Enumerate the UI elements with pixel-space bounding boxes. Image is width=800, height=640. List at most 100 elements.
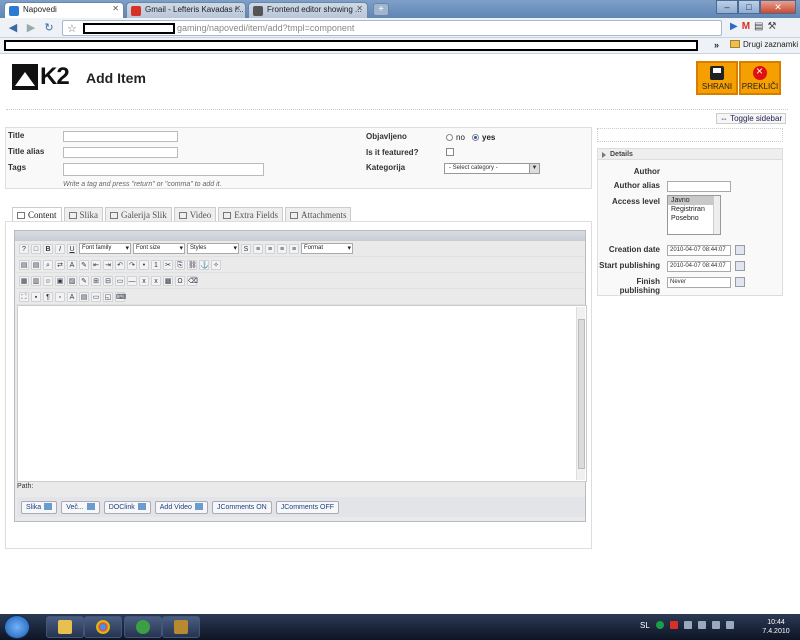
tab-extra-fields[interactable]: Extra Fields (218, 207, 283, 221)
scrollbar-thumb[interactable] (578, 319, 585, 469)
calendar-icon[interactable] (735, 245, 745, 255)
network-icon[interactable] (711, 621, 720, 629)
delete-row-icon[interactable]: ⊟ (103, 275, 113, 286)
font-family-select[interactable]: Font family (79, 243, 131, 254)
anchor-icon[interactable]: ⚓ (199, 259, 209, 270)
close-tab-icon[interactable]: ✕ (356, 4, 363, 13)
save-button[interactable]: SHRANI (696, 61, 738, 95)
back-arrow-icon[interactable]: ◀ (6, 21, 20, 35)
taskbar-chrome-button[interactable] (84, 616, 122, 638)
new-tab-button[interactable]: + (373, 3, 389, 16)
visual-aid-icon[interactable]: ▩ (163, 275, 173, 286)
category-select[interactable]: - Select category - ▼ (444, 163, 540, 174)
flag-icon[interactable] (697, 621, 706, 629)
cancel-button[interactable]: PREKLIČI (739, 61, 781, 95)
gmail-extension-icon[interactable]: M (742, 21, 750, 32)
finish-publishing-input[interactable]: Never (667, 277, 731, 288)
author-alias-input[interactable] (667, 181, 731, 192)
browser-tab-napovedi[interactable]: Napovedi ✕ (4, 2, 124, 18)
listbox-scrollbar[interactable] (713, 196, 720, 234)
bullet-list-icon[interactable]: • (139, 259, 149, 270)
toggle-sidebar-link[interactable]: ⇔ Toggle sidebar (716, 113, 787, 124)
fullscreen-icon[interactable]: ⛶ (19, 291, 29, 302)
language-indicator[interactable]: SL (640, 621, 650, 630)
tab-attachments[interactable]: Attachments (284, 207, 352, 221)
go-arrow-icon[interactable]: ▶ (730, 21, 738, 32)
tab-video[interactable]: Video (173, 207, 217, 221)
taskbar-clock[interactable]: 10:44 7.4.2010 (756, 618, 796, 636)
align-left-icon[interactable]: ≡ (253, 243, 263, 254)
underline-button[interactable]: U (67, 243, 77, 254)
merge-cells-icon[interactable]: ▭ (115, 275, 125, 286)
bold-button[interactable]: B (43, 243, 53, 254)
tab-slika[interactable]: Slika (63, 207, 104, 221)
undo-icon[interactable]: ↶ (115, 259, 125, 270)
published-no-option[interactable]: no (446, 133, 465, 142)
replace-icon[interactable]: ⇄ (55, 259, 65, 270)
cleanup-icon[interactable]: ✧ (211, 259, 221, 270)
editor-text-area[interactable] (17, 305, 587, 482)
find-icon[interactable]: ⌕ (43, 259, 53, 270)
outdent-icon[interactable]: ⇤ (91, 259, 101, 270)
subscript-icon[interactable]: x (139, 275, 149, 286)
special-char-icon[interactable]: Ω (175, 275, 185, 286)
tray-app-icon[interactable] (655, 621, 664, 629)
other-bookmarks-folder[interactable]: Drugi zaznamki (730, 40, 798, 49)
copy-icon[interactable]: ⎘ (175, 259, 185, 270)
pdf-icon[interactable]: ▪ (31, 291, 41, 302)
align-center-icon[interactable]: ≡ (265, 243, 275, 254)
template-icon[interactable]: ▤ (79, 291, 89, 302)
editor-scrollbar[interactable] (576, 307, 585, 480)
redo-icon[interactable]: ↷ (127, 259, 137, 270)
table-icon[interactable]: ▦ (19, 275, 29, 286)
radio-yes[interactable] (472, 134, 479, 141)
styles-select[interactable]: Styles (187, 243, 239, 254)
image-insert-icon[interactable]: ▨ (67, 275, 77, 286)
text-color-icon[interactable]: A (67, 259, 77, 270)
calendar-icon[interactable] (735, 277, 745, 287)
abbr-icon[interactable]: A (67, 291, 77, 302)
calendar-icon[interactable] (735, 261, 745, 271)
insert-row-icon[interactable]: ⊞ (91, 275, 101, 286)
link-icon[interactable]: ⛓ (187, 259, 197, 270)
highlight-icon[interactable]: ✎ (79, 259, 89, 270)
bookmark-star-icon[interactable]: ☆ (67, 22, 77, 35)
align-right-icon[interactable]: ≡ (277, 243, 287, 254)
address-bar[interactable]: ☆ gaming/napovedi/item/add?tmpl=componen… (62, 20, 722, 36)
creation-date-input[interactable]: 2010-04-07 08:44:07 (667, 245, 731, 256)
read-more-button[interactable]: Več... (61, 500, 100, 514)
format-select[interactable]: Format (301, 243, 353, 254)
row-props-icon[interactable]: ▥ (31, 275, 41, 286)
window-close-icon[interactable]: ✕ (760, 0, 796, 14)
radio-no[interactable] (446, 134, 453, 141)
superscript-icon[interactable]: x (151, 275, 161, 286)
browser-tab-frontend-editor[interactable]: Frontend editor showing ... ✕ (248, 2, 368, 18)
tags-input[interactable] (63, 163, 264, 176)
paste-icon[interactable]: ▤ (19, 259, 29, 270)
strikethrough-icon[interactable]: S (241, 243, 251, 254)
help-icon[interactable]: ? (19, 243, 29, 254)
maximize-icon[interactable]: □ (738, 0, 760, 14)
insert-image-button[interactable]: Slika (21, 500, 58, 514)
remove-format-icon[interactable]: ⌫ (187, 275, 198, 286)
indent-icon[interactable]: ⇥ (103, 259, 113, 270)
taskbar-explorer-button[interactable] (46, 616, 84, 638)
featured-checkbox[interactable] (446, 148, 454, 156)
edit-image-icon[interactable]: ✎ (79, 275, 89, 286)
numbered-list-icon[interactable]: 1 (151, 259, 161, 270)
horizontal-rule-icon[interactable]: — (127, 275, 137, 286)
tab-content[interactable]: Content (12, 207, 62, 221)
cut-icon[interactable]: ✂ (163, 259, 173, 270)
minimize-icon[interactable]: – (716, 0, 738, 14)
media-icon[interactable]: ▣ (55, 275, 65, 286)
details-heading[interactable]: Details (598, 149, 782, 160)
taskbar-messenger-button[interactable] (124, 616, 162, 638)
doclink-button[interactable]: DOClink (103, 500, 151, 514)
antivirus-icon[interactable] (669, 621, 678, 629)
close-tab-icon[interactable]: ✕ (112, 4, 119, 13)
page-menu-icon[interactable]: ▤ (754, 21, 763, 32)
tab-galerija[interactable]: Galerija Slik (105, 207, 172, 221)
browser-tab-gmail[interactable]: Gmail - Lefteris Kavadas r... ✕ (126, 2, 246, 18)
code-icon[interactable]: ⌨ (115, 291, 126, 302)
published-yes-option[interactable]: yes (472, 133, 495, 142)
